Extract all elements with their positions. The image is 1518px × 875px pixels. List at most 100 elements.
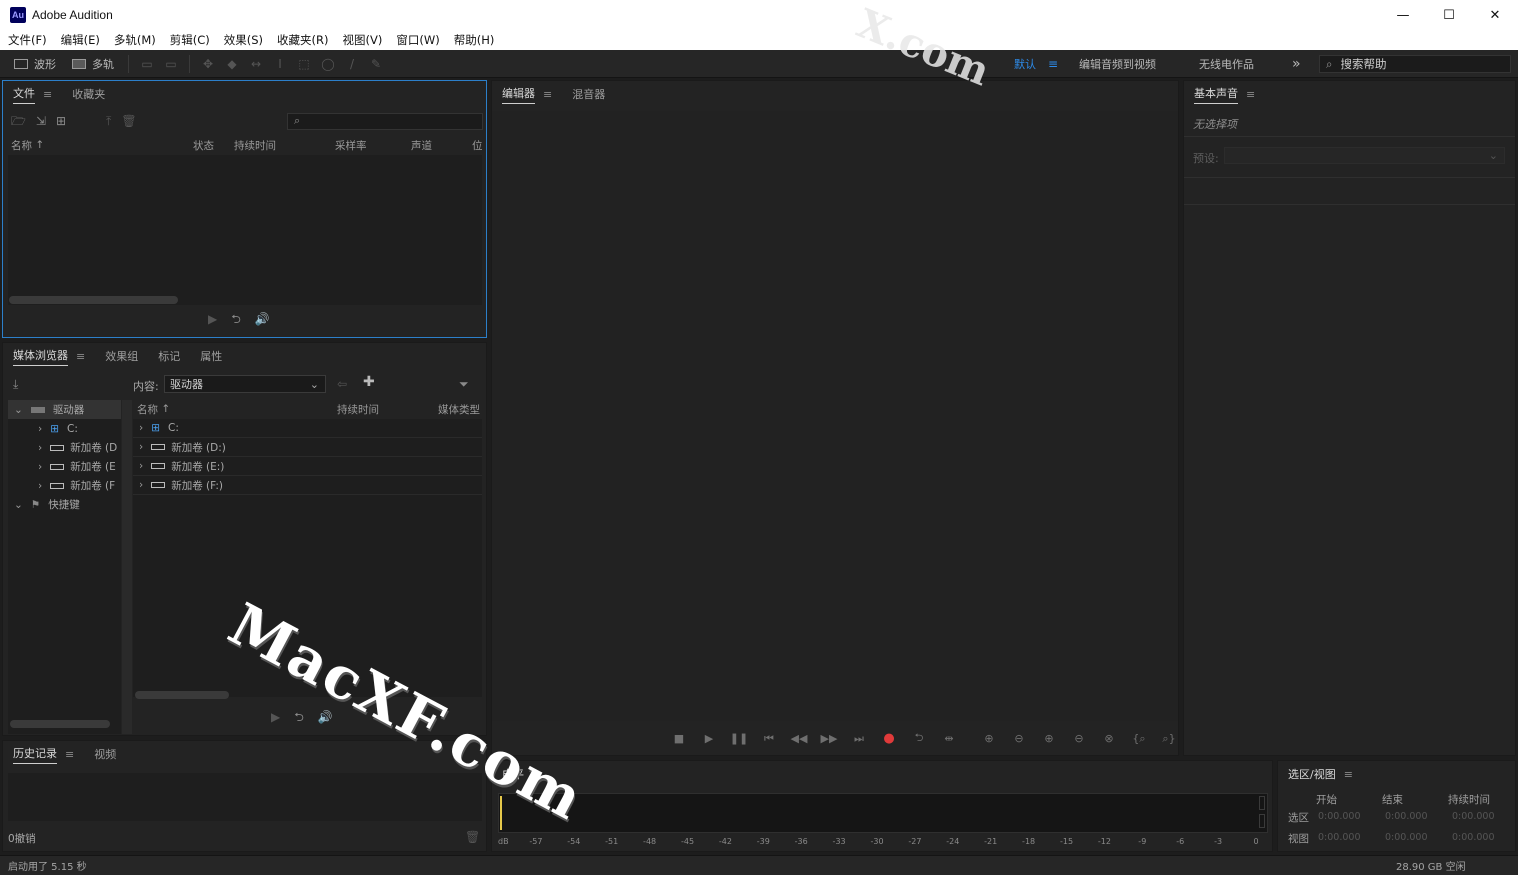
play-icon[interactable]: ▶ [271,711,280,723]
list-item[interactable]: › 新加卷 (D:) [133,438,482,457]
delete-icon[interactable]: 🗑 [465,831,480,843]
tree-item-shortcuts[interactable]: ⌄ ⚑ 快捷键 [8,495,121,514]
minimize-button[interactable]: — [1380,0,1426,30]
skip-selection-icon[interactable]: ⇹ [934,732,964,745]
move-tool-icon[interactable]: ✥ [201,58,215,70]
lasso-icon[interactable]: ◯ [321,58,335,70]
add-shortcut-icon[interactable]: ✚ [363,375,375,389]
col-samplerate[interactable]: 采样率 [335,137,367,153]
panel-menu-icon[interactable]: ≡ [65,748,74,761]
tree-item-d[interactable]: › 新加卷 (D [8,438,121,457]
open-folder-icon[interactable]: 🗁 [11,115,26,127]
menu-window[interactable]: 窗口(W) [392,32,443,48]
insert-icon[interactable]: ⤒ [106,115,111,127]
stop-icon[interactable]: ■ [664,732,694,745]
razor-tool-icon[interactable]: ◆ [225,58,239,70]
workspace-radio[interactable]: 无线电作品 [1199,50,1254,78]
record-icon[interactable]: ● [874,731,904,746]
zoom-full-icon[interactable]: ⊗ [1094,732,1124,745]
files-search-input[interactable]: ⌕ [287,113,483,130]
workspace-default[interactable]: 默认 [1014,50,1036,78]
col-duration[interactable]: 持续时间 [234,137,276,153]
list-item[interactable]: › 新加卷 (F:) [133,476,482,495]
slip-tool-icon[interactable]: ↔ [249,58,263,70]
autoplay-speaker-icon[interactable]: 🔊 [318,711,333,723]
col-media-type[interactable]: 媒体类型 [438,401,480,417]
fast-forward-icon[interactable]: ▶▶ [814,732,844,745]
waveform-mode-button[interactable]: 波形 [6,53,64,75]
tab-favorites[interactable]: 收藏夹 [72,85,105,103]
panel-menu-icon[interactable]: ≡ [1344,768,1353,781]
maximize-button[interactable]: ☐ [1426,0,1472,30]
media-scrollbar[interactable] [135,691,229,699]
play-icon[interactable]: ▶ [208,313,217,325]
loop-icon[interactable]: ⮌ [231,313,241,325]
new-file-icon[interactable]: ⊞ [56,115,66,127]
preset-select[interactable]: ⌄ [1224,147,1505,164]
menu-help[interactable]: 帮助(H) [450,32,499,48]
tab-effect-rack[interactable]: 效果组 [105,347,138,365]
menu-view[interactable]: 视图(V) [339,32,387,48]
zoom-in-amplitude-icon[interactable]: ⊕ [974,732,1004,745]
tab-mixer[interactable]: 混音器 [572,85,605,103]
list-item[interactable]: › ⊞ C: [133,419,482,438]
tab-properties[interactable]: 属性 [200,347,222,365]
files-list[interactable] [8,155,482,305]
spectral-freq-icon[interactable]: ▭ [140,58,154,70]
marquee-icon[interactable]: ⬚ [297,58,311,70]
selection-duration[interactable]: 0:00.000 [1452,811,1495,822]
tab-essential-sound[interactable]: 基本声音 ≡ [1194,85,1255,104]
tree-item-e[interactable]: › 新加卷 (E [8,457,121,476]
selection-start[interactable]: 0:00.000 [1318,811,1361,822]
tree-item-drives[interactable]: ⌄ 驱动器 [8,400,121,419]
col-name[interactable]: 名称 ↑ [137,401,170,417]
col-bits[interactable]: 位 [472,137,483,153]
workspace-more-icon[interactable]: » [1292,50,1301,78]
tab-video[interactable]: 视频 [94,745,116,763]
brush-icon[interactable]: / [345,58,359,70]
menu-clip[interactable]: 剪辑(C) [166,32,214,48]
delete-icon[interactable]: 🗑 [121,115,136,127]
panel-menu-icon[interactable]: ≡ [543,88,552,101]
zoom-selection-icon[interactable]: {⌕ [1124,732,1154,746]
col-name[interactable]: 名称 ↑ [11,137,44,153]
list-item[interactable]: › 新加卷 (E:) [133,457,482,476]
tab-selection-view[interactable]: 选区/视图 ≡ [1288,765,1353,783]
healing-brush-icon[interactable]: ✎ [369,58,383,70]
help-search-input[interactable]: ⌕ 搜索帮助 [1319,55,1511,73]
history-list[interactable] [8,773,482,821]
menu-multitrack[interactable]: 多轨(M) [110,32,160,48]
tree-scrollbar[interactable] [10,720,110,728]
menu-favorites[interactable]: 收藏夹(R) [273,32,332,48]
skip-start-icon[interactable]: ⏮ [754,732,784,746]
menu-edit[interactable]: 编辑(E) [57,32,104,48]
close-button[interactable]: ✕ [1472,0,1518,30]
tab-history[interactable]: 历史记录 ≡ [13,745,74,764]
clip-indicator-right[interactable] [1259,814,1265,828]
tree-item-f[interactable]: › 新加卷 (F [8,476,121,495]
menu-effects[interactable]: 效果(S) [220,32,267,48]
selection-end[interactable]: 0:00.000 [1385,811,1428,822]
view-duration[interactable]: 0:00.000 [1452,832,1495,843]
filter-icon[interactable]: ⏷ [459,378,469,390]
zoom-in-time-icon[interactable]: ⊕ [1034,732,1064,745]
pause-icon[interactable]: ❚❚ [724,732,754,745]
zoom-out-time-icon[interactable]: ⊖ [1064,732,1094,745]
rewind-icon[interactable]: ◀◀ [784,732,814,745]
panel-menu-icon[interactable]: ≡ [1246,88,1255,101]
tab-editor[interactable]: 编辑器 ≡ [502,85,552,104]
import-icon[interactable]: ⇲ [36,115,46,127]
skip-end-icon[interactable]: ⏭ [844,732,874,746]
loop-icon[interactable]: ⮌ [904,729,934,748]
view-start[interactable]: 0:00.000 [1318,832,1361,843]
view-end[interactable]: 0:00.000 [1385,832,1428,843]
workspace-edit-video[interactable]: 编辑音频到视频 [1079,50,1156,78]
loop-icon[interactable]: ⮌ [294,711,304,723]
autoplay-speaker-icon[interactable]: 🔊 [255,313,270,325]
download-icon[interactable]: ⤓ [13,378,18,390]
tree-splitter[interactable] [122,400,132,734]
col-channels[interactable]: 声道 [411,137,432,153]
files-scrollbar[interactable] [9,296,178,304]
tree-item-c[interactable]: › ⊞ C: [8,419,121,438]
col-duration[interactable]: 持续时间 [337,401,379,417]
